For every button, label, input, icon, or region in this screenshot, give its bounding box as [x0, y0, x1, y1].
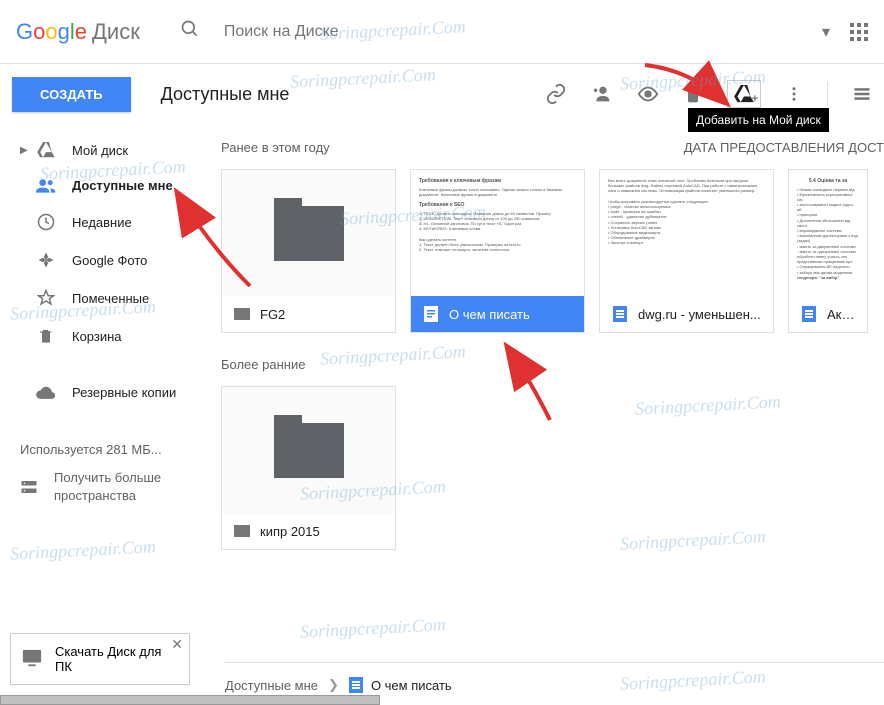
storage-label: Получить больше пространства	[54, 469, 194, 505]
section-title: Более ранние	[215, 357, 884, 372]
sidebar-item-recent[interactable]: Недавние	[0, 203, 214, 241]
nav-label: Доступные мне	[72, 178, 173, 193]
sidebar-item-backups[interactable]: Резервные копии	[0, 375, 214, 410]
breadcrumb-root[interactable]: Доступные мне	[225, 678, 318, 693]
doc-thumbnail: 5.4 Оцінка та за• Немає очевидних перева…	[789, 170, 867, 296]
doc-thumbnail: Требования к ключевым фразамКлючевые фра…	[411, 170, 584, 296]
file-name: О чем писать	[449, 307, 530, 322]
trash-icon	[36, 327, 56, 345]
doc-icon	[612, 306, 628, 322]
download-promo[interactable]: ✕ Скачать Диск для ПК	[10, 633, 190, 685]
sidebar-item-photos[interactable]: Google Фото	[0, 241, 214, 279]
folder-thumbnail	[274, 423, 344, 478]
star-icon	[36, 289, 56, 307]
folder-thumbnail	[274, 206, 344, 261]
scrollbar[interactable]	[0, 695, 380, 705]
dropdown-icon[interactable]: ▾	[822, 22, 830, 42]
view-list-icon[interactable]	[852, 84, 872, 104]
doc-icon	[349, 677, 363, 693]
chevron-right-icon: ▶	[20, 145, 28, 156]
logo[interactable]: Google Диск	[16, 19, 140, 45]
doc-icon	[801, 306, 817, 322]
file-name: FG2	[260, 307, 285, 322]
add-to-drive-icon[interactable]: +	[727, 80, 761, 108]
nav-label: Google Фото	[72, 253, 147, 268]
desktop-icon	[21, 648, 43, 671]
page-title: Доступные мне	[161, 84, 545, 105]
folder-icon	[234, 523, 250, 539]
breadcrumb: Доступные мне ❯ О чем писать	[225, 662, 884, 693]
search-input[interactable]	[224, 23, 822, 41]
nav-label: Недавние	[72, 215, 132, 230]
date-column-header: ДАТА ПРЕДОСТАВЛЕНИЯ ДОСТ	[684, 140, 884, 155]
storage-icon	[20, 478, 38, 496]
file-name: Акт перер	[827, 307, 855, 322]
logo-suffix: Диск	[92, 19, 140, 45]
doc-thumbnail: Вес всего документа тема основной лист. …	[600, 170, 773, 296]
sidebar-item-trash[interactable]: Корзина	[0, 317, 214, 355]
nav-label: Мой диск	[72, 143, 128, 158]
apps-icon[interactable]	[850, 23, 868, 41]
storage-text: Используется 281 МБ...	[20, 442, 194, 457]
close-icon[interactable]: ✕	[171, 636, 183, 653]
file-card-selected[interactable]: Требования к ключевым фразамКлючевые фра…	[410, 169, 585, 333]
preview-icon[interactable]	[637, 83, 659, 105]
file-card[interactable]: Вес всего документа тема основной лист. …	[599, 169, 774, 333]
more-icon[interactable]	[785, 85, 803, 103]
delete-icon[interactable]	[683, 84, 703, 104]
clock-icon	[36, 213, 56, 231]
nav-label: Резервные копии	[72, 385, 176, 400]
sidebar-item-my-drive[interactable]: ▶ Мой диск	[0, 132, 214, 168]
nav-label: Помеченные	[72, 291, 149, 306]
breadcrumb-current[interactable]: О чем писать	[349, 677, 452, 693]
people-icon	[36, 179, 56, 193]
photos-icon	[36, 251, 56, 269]
search-icon[interactable]	[180, 19, 200, 44]
sidebar-item-get-space[interactable]: Получить больше пространства	[20, 469, 194, 505]
file-card[interactable]: кипр 2015	[221, 386, 396, 550]
add-person-icon[interactable]	[591, 83, 613, 105]
cloud-icon	[36, 386, 56, 400]
file-card[interactable]: 5.4 Оцінка та за• Немає очевидних перева…	[788, 169, 868, 333]
sidebar: ▶ Мой диск Доступные мне Недавние Google…	[0, 124, 215, 705]
folder-icon	[234, 306, 250, 322]
main: ДАТА ПРЕДОСТАВЛЕНИЯ ДОСТ Ранее в этом го…	[215, 124, 884, 705]
doc-icon	[423, 306, 439, 322]
create-button[interactable]: СОЗДАТЬ	[12, 77, 131, 112]
sidebar-item-starred[interactable]: Помеченные	[0, 279, 214, 317]
drive-icon	[36, 142, 56, 158]
promo-text: Скачать Диск для ПК	[55, 644, 179, 674]
sidebar-item-shared[interactable]: Доступные мне	[0, 168, 214, 203]
file-name: кипр 2015	[260, 524, 320, 539]
header: Google Диск ▾	[0, 0, 884, 64]
file-card[interactable]: FG2	[221, 169, 396, 333]
nav-label: Корзина	[72, 329, 122, 344]
chevron-right-icon: ❯	[328, 677, 339, 693]
file-name: dwg.ru - уменьшен...	[638, 307, 761, 322]
link-icon[interactable]	[545, 83, 567, 105]
